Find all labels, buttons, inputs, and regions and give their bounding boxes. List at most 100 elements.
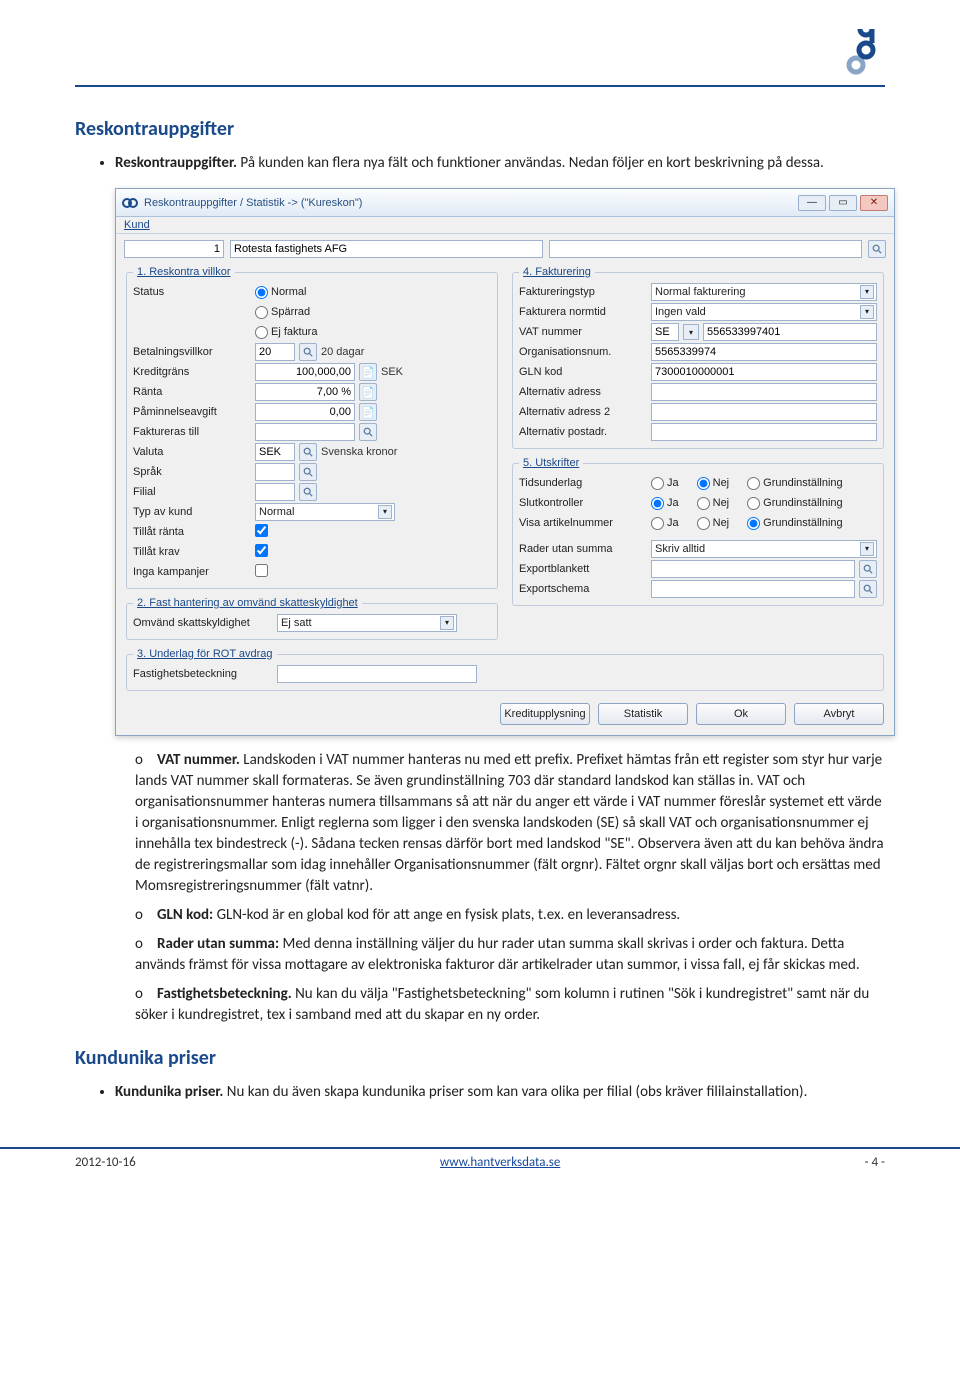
tidsunderlag-grund[interactable]: Grundinställning — [747, 477, 843, 490]
betalningsvillkor-input[interactable] — [255, 343, 295, 361]
tidsunderlag-ja[interactable]: Ja — [651, 477, 679, 490]
action-row: Kreditupplysning Statistik Ok Avbryt — [116, 695, 894, 735]
menu-kund[interactable]: Kund — [124, 219, 150, 231]
rader-utan-summa-select[interactable]: Skriv alltid▾ — [651, 540, 877, 558]
visaartnr-grund[interactable]: Grundinställning — [747, 517, 843, 530]
exportblankett-lookup[interactable] — [859, 560, 877, 578]
valuta-text: Svenska kronor — [321, 446, 397, 458]
slutkontroller-nej[interactable]: Nej — [697, 497, 730, 510]
chevron-down-icon: ▾ — [378, 505, 392, 519]
filial-input[interactable] — [255, 483, 295, 501]
slutkontroller-ja[interactable]: Ja — [651, 497, 679, 510]
kreditupplysning-button[interactable]: Kreditupplysning — [500, 703, 590, 725]
betalningsvillkor-lookup[interactable] — [299, 343, 317, 361]
faktureras-till-input[interactable] — [255, 423, 355, 441]
menu-bar: Kund — [116, 217, 894, 234]
label-tillat-ranta: Tillåt ränta — [133, 526, 251, 538]
exportschema-lookup[interactable] — [859, 580, 877, 598]
alt-adress-input[interactable] — [651, 383, 877, 401]
chevron-down-icon: ▾ — [860, 542, 874, 556]
statistik-button[interactable]: Statistik — [598, 703, 688, 725]
radio-status-sparrad[interactable]: Spärrad — [255, 306, 310, 319]
label-faktureringstyp: Faktureringstyp — [519, 286, 647, 298]
legend-fast: 2. Fast hantering av omvänd skatteskyldi… — [133, 597, 362, 609]
alt-adress2-input[interactable] — [651, 403, 877, 421]
group-reskontra-villkor: 1. Reskontra villkor Status Normal Spärr… — [126, 266, 498, 589]
exportschema-input[interactable] — [651, 580, 855, 598]
kund-extra-input[interactable] — [549, 240, 862, 258]
label-inga-kampanjer: Inga kampanjer — [133, 566, 251, 578]
omvand-select[interactable]: Ej satt▾ — [277, 614, 457, 632]
label-sprak: Språk — [133, 466, 251, 478]
visaartnr-nej[interactable]: Nej — [697, 517, 730, 530]
fastighetsbeteckning-input[interactable] — [277, 665, 477, 683]
exportblankett-input[interactable] — [651, 560, 855, 578]
kund-lookup-button[interactable] — [868, 240, 886, 258]
kreditgrans-edit[interactable]: 📄 — [359, 363, 377, 381]
kp-text: Nu kan du även skapa kundunika priser so… — [223, 1083, 807, 1101]
label-rader-utan-summa: Rader utan summa — [519, 543, 647, 555]
kund-id-input[interactable] — [124, 240, 224, 258]
gln-input[interactable] — [651, 363, 877, 381]
betalningsvillkor-text: 20 dagar — [321, 346, 364, 358]
vat-number-input[interactable] — [703, 323, 877, 341]
app-window: Reskontrauppgifter / Statistik -> ("Kure… — [115, 188, 895, 736]
label-omvand: Omvänd skattskyldighet — [133, 617, 273, 629]
tillat-ranta-checkbox[interactable] — [255, 524, 268, 540]
inga-kampanjer-checkbox[interactable] — [255, 564, 268, 580]
label-fakturera-normtid: Fakturera normtid — [519, 306, 647, 318]
label-faktureras-till: Faktureras till — [133, 426, 251, 438]
paminnelse-edit[interactable]: 📄 — [359, 403, 377, 421]
valuta-lookup[interactable] — [299, 443, 317, 461]
sublist-item: oRader utan summa: Med denna inställning… — [135, 934, 885, 976]
slutkontroller-grund[interactable]: Grundinställning — [747, 497, 843, 510]
sprak-input[interactable] — [255, 463, 295, 481]
sublist-item: oVAT nummer. Landskoden i VAT nummer han… — [135, 750, 885, 897]
app-icon — [122, 195, 138, 211]
vat-prefix-dropdown[interactable]: ▾ — [683, 324, 699, 340]
ranta-edit[interactable]: 📄 — [359, 383, 377, 401]
label-orgnr: Organisationsnum. — [519, 346, 647, 358]
paminnelseavgift-input[interactable] — [255, 403, 355, 421]
close-button[interactable]: ✕ — [860, 195, 888, 211]
footer-site-link[interactable]: www.hantverksdata.se — [440, 1155, 560, 1170]
label-exportschema: Exportschema — [519, 583, 647, 595]
label-filial: Filial — [133, 486, 251, 498]
radio-status-ejfaktura[interactable]: Ej faktura — [255, 326, 317, 339]
tidsunderlag-nej[interactable]: Nej — [697, 477, 730, 490]
footer-date: 2012-10-16 — [75, 1155, 136, 1170]
tillat-krav-checkbox[interactable] — [255, 544, 268, 560]
chevron-down-icon: ▾ — [860, 305, 874, 319]
filial-lookup[interactable] — [299, 483, 317, 501]
title-bar: Reskontrauppgifter / Statistik -> ("Kure… — [116, 189, 894, 217]
radio-status-normal[interactable]: Normal — [255, 286, 306, 299]
typavkund-select[interactable]: Normal▾ — [255, 503, 395, 521]
footer-page: - 4 - — [865, 1155, 885, 1170]
label-alt-adress2: Alternativ adress 2 — [519, 406, 647, 418]
heading-kundunika: Kundunika priser — [75, 1046, 885, 1070]
valuta-input[interactable] — [255, 443, 295, 461]
minimize-button[interactable]: — — [798, 195, 826, 211]
fakturera-normtid-select[interactable]: Ingen vald▾ — [651, 303, 877, 321]
legend-fakturering: 4. Fakturering — [519, 266, 595, 278]
alt-postadr-input[interactable] — [651, 423, 877, 441]
label-gln: GLN kod — [519, 366, 647, 378]
faktureringstyp-select[interactable]: Normal fakturering▾ — [651, 283, 877, 301]
vat-prefix-input[interactable] — [651, 323, 679, 341]
visaartnr-ja[interactable]: Ja — [651, 517, 679, 530]
ok-button[interactable]: Ok — [696, 703, 786, 725]
maximize-button[interactable]: ▭ — [829, 195, 857, 211]
sprak-lookup[interactable] — [299, 463, 317, 481]
kund-name-input[interactable] — [230, 240, 543, 258]
ranta-input[interactable] — [255, 383, 355, 401]
legend-utskrifter: 5. Utskrifter — [519, 457, 583, 469]
faktureras-till-lookup[interactable] — [359, 423, 377, 441]
orgnr-input[interactable] — [651, 343, 877, 361]
label-tillat-krav: Tillåt krav — [133, 546, 251, 558]
kp-bold: Kundunika priser. — [115, 1083, 223, 1101]
kreditgrans-input[interactable] — [255, 363, 355, 381]
label-kreditgrans: Kreditgräns — [133, 366, 251, 378]
window-title: Reskontrauppgifter / Statistik -> ("Kure… — [144, 197, 798, 209]
avbryt-button[interactable]: Avbryt — [794, 703, 884, 725]
legend-reskontra: 1. Reskontra villkor — [133, 266, 235, 278]
